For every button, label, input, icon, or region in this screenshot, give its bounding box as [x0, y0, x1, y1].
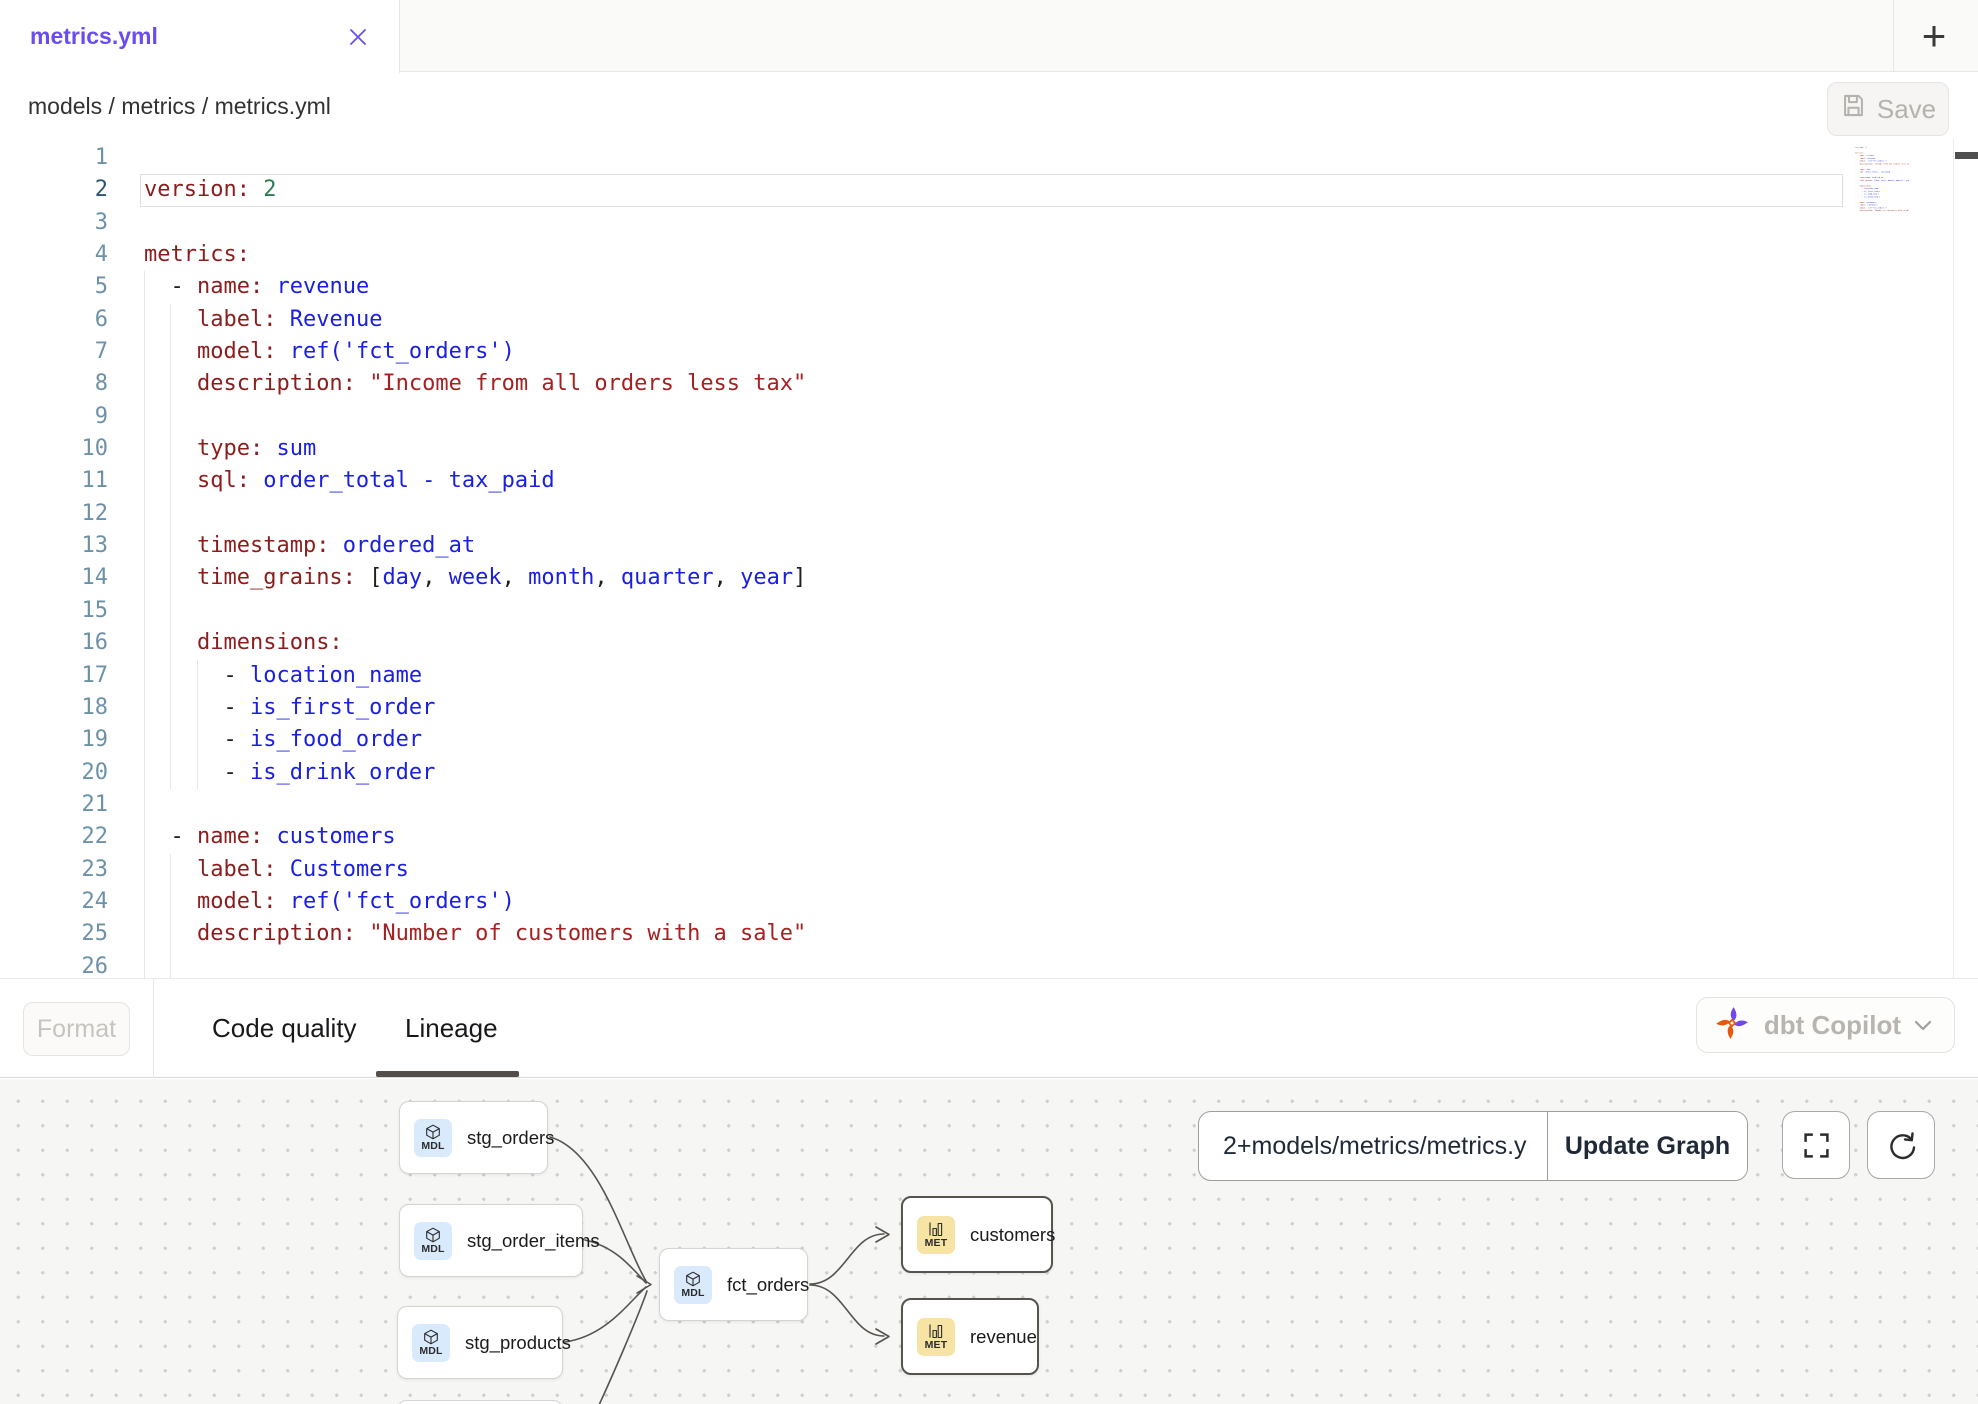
tab-metrics-yml[interactable]: metrics.yml: [0, 0, 400, 73]
node-stg-order-items[interactable]: MDL stg_order_items: [399, 1204, 583, 1277]
model-cube-icon: MDL: [414, 1222, 452, 1260]
code-line[interactable]: model: ref('fct_orders'): [0, 336, 1843, 368]
file-header-row: models / metrics / metrics.yml Save: [0, 73, 1978, 139]
code-line[interactable]: model: ref('fct_orders'): [0, 886, 1843, 918]
tab-bar: + metrics.yml: [0, 0, 1978, 72]
code-editor[interactable]: 1234567891011121314151617181920212223242…: [0, 139, 1978, 978]
code-line[interactable]: - is_first_order: [0, 692, 1843, 724]
tab-code-quality[interactable]: Code quality: [212, 979, 357, 1078]
scrollbar-thumb[interactable]: [1955, 152, 1978, 159]
code-line[interactable]: [0, 498, 1843, 530]
tab-lineage[interactable]: Lineage: [405, 979, 498, 1078]
code-line[interactable]: time_grains: [day, week, month, quarter,…: [0, 562, 1843, 594]
code-pane[interactable]: version: 2metrics: - name: revenue label…: [1843, 143, 1908, 214]
chevron-down-icon: [1914, 1020, 1932, 1031]
node-label: customers: [970, 1224, 1055, 1246]
lineage-selector-input[interactable]: [1199, 1112, 1547, 1180]
ide-window: + metrics.yml models / metrics / metrics…: [0, 0, 1978, 1404]
save-icon: [1840, 92, 1867, 126]
code-line[interactable]: metrics:: [0, 239, 1843, 271]
code-line[interactable]: [0, 595, 1843, 627]
node-stg-products[interactable]: MDL stg_products: [397, 1306, 563, 1379]
metric-chart-icon: MET: [917, 1216, 955, 1254]
lineage-controls: Update Graph: [1198, 1111, 1748, 1181]
node-badge: MET: [925, 1238, 948, 1249]
metric-chart-icon: MET: [917, 1318, 955, 1356]
node-revenue[interactable]: MET revenue: [901, 1298, 1039, 1375]
code-line[interactable]: - name: customers: [0, 821, 1843, 853]
overview-ruler: [1953, 139, 1954, 978]
code-line[interactable]: - name: revenue: [0, 271, 1843, 303]
close-tab-icon[interactable]: [343, 22, 373, 52]
refresh-icon: [1885, 1129, 1917, 1161]
model-cube-icon: MDL: [412, 1324, 450, 1362]
save-button[interactable]: Save: [1827, 82, 1949, 136]
code-line[interactable]: dimensions:: [0, 627, 1843, 659]
tab-title: metrics.yml: [30, 23, 158, 50]
code-line[interactable]: - location_name: [0, 660, 1843, 692]
code-line[interactable]: - is_food_order: [0, 724, 1843, 756]
node-stg-orders[interactable]: MDL stg_orders: [399, 1101, 548, 1174]
code-line[interactable]: description: "Income from all orders les…: [0, 368, 1843, 400]
tabbar-divider: [1893, 0, 1894, 72]
node-badge: MDL: [421, 1244, 444, 1255]
new-tab-button[interactable]: +: [1908, 12, 1960, 60]
code-line[interactable]: type: sum: [0, 433, 1843, 465]
code-line[interactable]: - is_drink_order: [0, 757, 1843, 789]
refresh-button[interactable]: [1867, 1111, 1935, 1179]
code-pane[interactable]: version: 2 metrics: - name: revenue label…: [0, 142, 1843, 978]
code-line[interactable]: label: Customers: [0, 854, 1843, 886]
fullscreen-icon: [1803, 1132, 1830, 1159]
dbt-copilot-button[interactable]: dbt Copilot: [1696, 997, 1955, 1053]
node-badge: MDL: [681, 1288, 704, 1299]
node-label: stg_order_items: [467, 1230, 600, 1252]
node-label: revenue: [970, 1326, 1037, 1348]
update-graph-button[interactable]: Update Graph: [1547, 1112, 1747, 1180]
dbt-copilot-icon: [1713, 1004, 1751, 1047]
node-partially-visible[interactable]: [397, 1400, 563, 1404]
code-line[interactable]: sql: order_total - tax_paid: [0, 465, 1843, 497]
node-fct-orders[interactable]: MDL fct_orders: [659, 1248, 808, 1321]
node-badge: MET: [925, 1340, 948, 1351]
node-badge: MDL: [421, 1141, 444, 1152]
code-line[interactable]: timestamp: ordered_at: [0, 530, 1843, 562]
code-line[interactable]: [0, 789, 1843, 821]
node-label: stg_products: [465, 1332, 571, 1354]
format-button[interactable]: Format: [23, 1002, 130, 1056]
code-line[interactable]: label: Revenue: [0, 304, 1843, 336]
node-customers[interactable]: MET customers: [901, 1196, 1053, 1273]
node-label: fct_orders: [727, 1274, 809, 1296]
code-line[interactable]: description: "Number of customers with a…: [0, 918, 1843, 950]
bottom-toolbar: Format Code quality Lineage dbt Copilot: [0, 978, 1978, 1078]
model-cube-icon: MDL: [674, 1266, 712, 1304]
active-tab-underline: [376, 1071, 519, 1077]
code-line[interactable]: [0, 207, 1843, 239]
dbt-copilot-label: dbt Copilot: [1764, 1010, 1901, 1041]
code-line[interactable]: [0, 142, 1843, 174]
code-line[interactable]: [0, 401, 1843, 433]
node-badge: MDL: [419, 1346, 442, 1357]
node-label: stg_orders: [467, 1127, 554, 1149]
fullscreen-button[interactable]: [1782, 1111, 1850, 1179]
minimap[interactable]: version: 2metrics: - name: revenue label…: [1843, 143, 1909, 223]
breadcrumb: models / metrics / metrics.yml: [28, 73, 331, 139]
lineage-graph-panel[interactable]: MDL stg_orders MDL stg_order_items MDL s…: [0, 1079, 1978, 1404]
toolbar-divider: [153, 979, 154, 1078]
code-line[interactable]: [0, 951, 1843, 978]
code-line[interactable]: version: 2: [0, 174, 1843, 206]
save-label: Save: [1877, 94, 1936, 125]
model-cube-icon: MDL: [414, 1119, 452, 1157]
code-line[interactable]: [1843, 212, 1908, 215]
